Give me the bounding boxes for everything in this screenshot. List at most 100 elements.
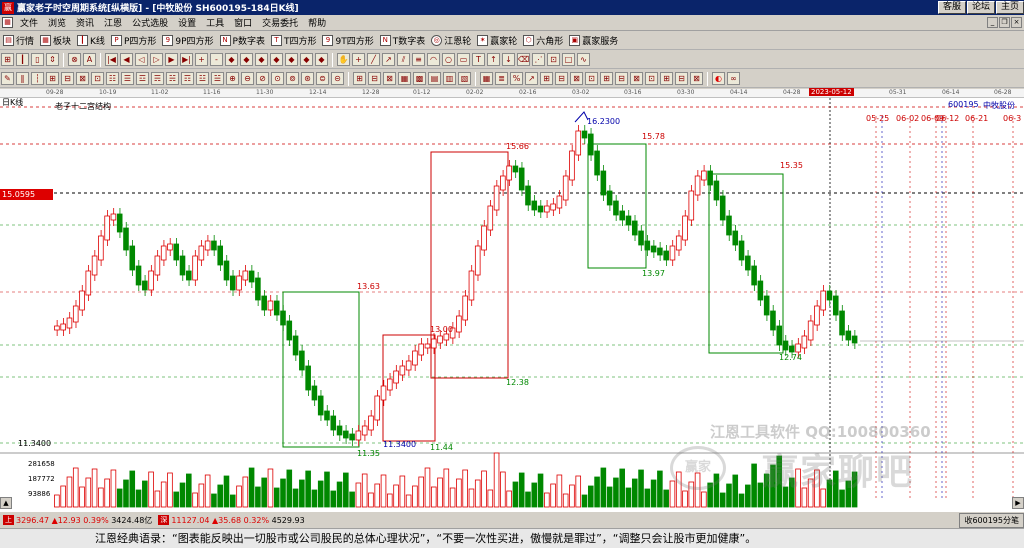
zoom-dropdown-icon[interactable]: ⇕ [46,53,59,66]
tool-icon[interactable]: ⊟ [555,72,568,85]
p-square-button[interactable]: P P四方形 [108,33,159,49]
tool-icon[interactable]: ▧ [458,72,471,85]
tool-icon[interactable]: ⊖ [241,72,254,85]
diamond-icon[interactable]: ◆ [300,53,313,66]
menu-info[interactable]: 资讯 [71,16,99,29]
tool-icon[interactable]: ⊠ [76,72,89,85]
zoom-in-icon[interactable]: + [195,53,208,66]
quote-button[interactable]: ▤ 行情 [0,33,37,49]
service-link[interactable]: 客服 [937,1,966,14]
tool-icon[interactable]: ⊟ [61,72,74,85]
restore-icon[interactable]: ❐ [999,17,1010,28]
vline-icon[interactable]: ┆ [31,72,44,85]
diamond-icon[interactable]: ◆ [315,53,328,66]
tool-icon[interactable]: ⊟ [675,72,688,85]
channel-icon[interactable]: ⫽ [397,53,410,66]
pen-icon[interactable]: ✎ [1,72,14,85]
arc-icon[interactable]: ◠ [427,53,440,66]
arrow-up-icon[interactable]: ↑ [487,53,500,66]
tool-icon[interactable]: ⊜ [316,72,329,85]
sh-index-panel[interactable]: 上 3296.47 ▲12.93 0.39% 3424.48亿 [0,513,155,528]
close-icon[interactable]: × [1011,17,1022,28]
tool-icon[interactable]: ⊠ [630,72,643,85]
circle-icon[interactable]: ○ [442,53,455,66]
line-icon[interactable]: ╱ [367,53,380,66]
tool-icon[interactable]: ▦ [398,72,411,85]
menu-window[interactable]: 窗口 [229,16,257,29]
tool-icon[interactable]: ⊞ [353,72,366,85]
9t-square-button[interactable]: 9 9T四方形 [319,33,376,49]
prev-icon[interactable]: ◀ [120,53,133,66]
text-icon[interactable]: T [472,53,485,66]
menu-settings[interactable]: 设置 [173,16,201,29]
minimize-icon[interactable]: _ [987,17,998,28]
kline-button[interactable]: ┃ K线 [74,33,108,49]
hand-icon[interactable]: ✋ [337,53,350,66]
tool-icon[interactable]: ⊠ [570,72,583,85]
tool-icon[interactable]: ⊟ [368,72,381,85]
period-icon[interactable]: ⊗ [68,53,81,66]
tool-icon[interactable]: ⊠ [690,72,703,85]
back-icon[interactable]: ◁ [135,53,148,66]
zoom-out-icon[interactable]: - [210,53,223,66]
tool-icon[interactable]: ⊕ [226,72,239,85]
tool-icon[interactable]: ☰ [121,72,134,85]
color-wheel-icon[interactable]: ◐ [712,72,725,85]
tool-icon[interactable]: ☲ [136,72,149,85]
9p-square-button[interactable]: 9 9P四方形 [159,33,216,49]
erase-icon[interactable]: ⌫ [517,53,530,66]
infinity-icon[interactable]: ∞ [727,72,740,85]
tool-icon[interactable]: ▥ [443,72,456,85]
tool-icon[interactable]: ⊞ [600,72,613,85]
rect-icon[interactable]: ▭ [457,53,470,66]
sz-index-panel[interactable]: 深 11127.04 ▲35.68 0.32% 4529.93 [155,513,307,528]
tool-icon[interactable]: ⊘ [256,72,269,85]
tool-icon[interactable]: ⊡ [91,72,104,85]
arrow-down-icon[interactable]: ↓ [502,53,515,66]
square-icon[interactable]: □ [562,53,575,66]
p-table-button[interactable]: N P数字表 [217,33,268,49]
forward-icon[interactable]: ▷ [150,53,163,66]
menu-trade[interactable]: 交易委托 [257,16,303,29]
sector-button[interactable]: ▦ 板块 [37,33,74,49]
tool-icon[interactable]: ▩ [413,72,426,85]
tool-icon[interactable]: ⊙ [271,72,284,85]
tool-icon[interactable]: ▤ [428,72,441,85]
crosshair-icon[interactable]: + [352,53,365,66]
t-table-button[interactable]: N T数字表 [377,33,429,49]
table-icon[interactable]: ▦ [480,72,493,85]
tool-icon[interactable]: ⊞ [540,72,553,85]
tick-detail-status[interactable]: 收600195分笔 [959,513,1024,528]
cycle-icon[interactable]: ∿ [577,53,590,66]
menu-help[interactable]: 帮助 [303,16,331,29]
tool-icon[interactable]: ☱ [211,72,224,85]
diamond-icon[interactable]: ◆ [270,53,283,66]
parallel-icon[interactable]: ‖ [16,72,29,85]
t-square-button[interactable]: T T四方形 [268,33,320,49]
tool-icon[interactable]: ⊡ [645,72,658,85]
forum-link[interactable]: 论坛 [966,1,995,14]
next-icon[interactable]: ▶ [165,53,178,66]
tool-icon[interactable]: ☳ [196,72,209,85]
menu-formula[interactable]: 公式选股 [127,16,173,29]
scroll-right-icon[interactable]: ▶ [1012,497,1024,509]
tool-icon[interactable]: ☶ [181,72,194,85]
gann-box-icon[interactable]: ⊡ [547,53,560,66]
home-link[interactable]: 主页 [995,1,1024,14]
first-icon[interactable]: |◀ [105,53,118,66]
trend-icon[interactable]: ↗ [525,72,538,85]
diamond-icon[interactable]: ◆ [225,53,238,66]
menu-file[interactable]: 文件 [15,16,43,29]
last-icon[interactable]: ▶| [180,53,193,66]
font-icon[interactable]: A [83,53,96,66]
gann-wheel-button[interactable]: ◎ 江恩轮 [428,33,474,49]
menu-browse[interactable]: 浏览 [43,16,71,29]
menu-tools[interactable]: 工具 [201,16,229,29]
stats-icon[interactable]: ≣ [495,72,508,85]
page-dropdown-icon[interactable]: ▯ [31,53,44,66]
tool-icon[interactable]: ⊝ [331,72,344,85]
menu-gann[interactable]: 江恩 [99,16,127,29]
tool-icon[interactable]: ⊡ [585,72,598,85]
percent-icon[interactable]: % [510,72,523,85]
candle-dropdown-icon[interactable]: ┃ [16,53,29,66]
